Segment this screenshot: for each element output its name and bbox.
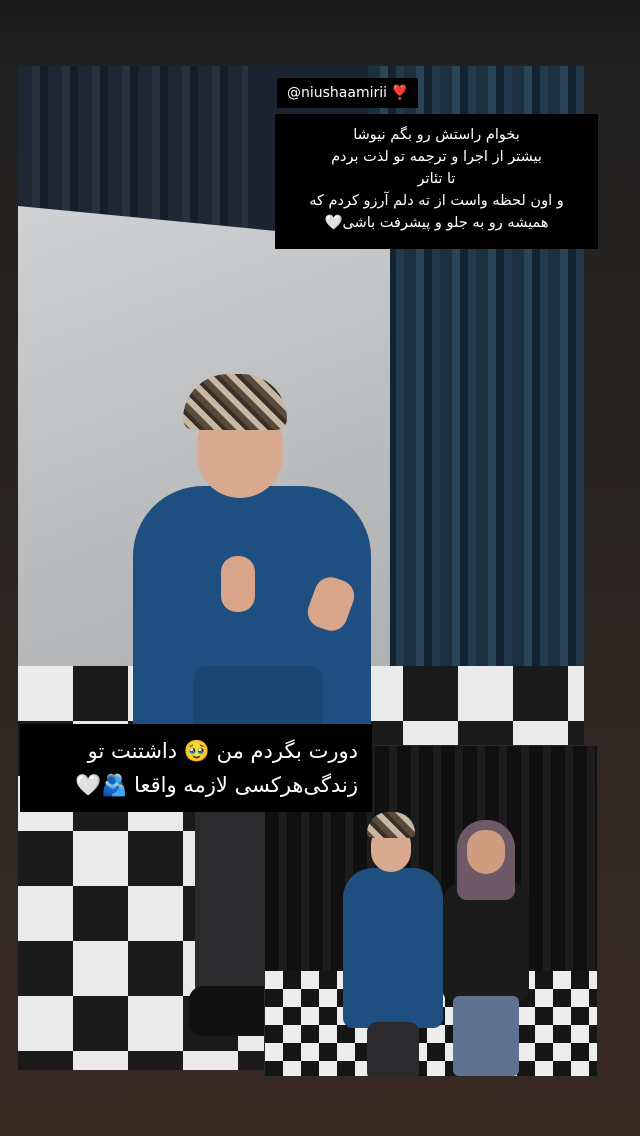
- quote-text-box: بخوام راستش رو بگم نیوشا بیشتر از اجرا و…: [275, 114, 598, 249]
- quote-line: تا تئاتر: [417, 171, 456, 187]
- inset-blue-hoodie: [343, 868, 443, 1028]
- inset-person-hijab: [435, 820, 535, 1076]
- inset-person-hoodie: [337, 812, 447, 1076]
- inset-face-2: [467, 830, 505, 874]
- left-hand: [221, 556, 255, 612]
- quote-line: همیشه رو به جلو و پیشرفت باشی🤍: [324, 215, 549, 231]
- caption-text-box: دورت بگردم من 🥹 داشتنت تو زندگی‌هرکسی لا…: [20, 724, 372, 812]
- quote-line: و اون لحظه واست از ته دلم آرزو کردم که: [309, 193, 564, 209]
- heart-icon: ❣️: [391, 85, 409, 101]
- inset-legs-1: [367, 1022, 419, 1076]
- inset-head-scarf: [367, 812, 415, 838]
- caption-line: زندگی‌هرکسی لازمه واقعا 🫂🤍: [75, 773, 358, 797]
- mention-sticker[interactable]: @niushaamirii ❣️: [277, 78, 419, 108]
- inset-jeans: [453, 996, 519, 1076]
- caption-line: دورت بگردم من 🥹 داشتنت تو: [87, 739, 358, 763]
- quote-line: بیشتر از اجرا و ترجمه تو لذت بردم: [331, 149, 542, 165]
- mention-handle[interactable]: @niushaamirii: [287, 78, 387, 108]
- head-scarf: [183, 374, 287, 430]
- quote-line: بخوام راستش رو بگم نیوشا: [353, 127, 520, 143]
